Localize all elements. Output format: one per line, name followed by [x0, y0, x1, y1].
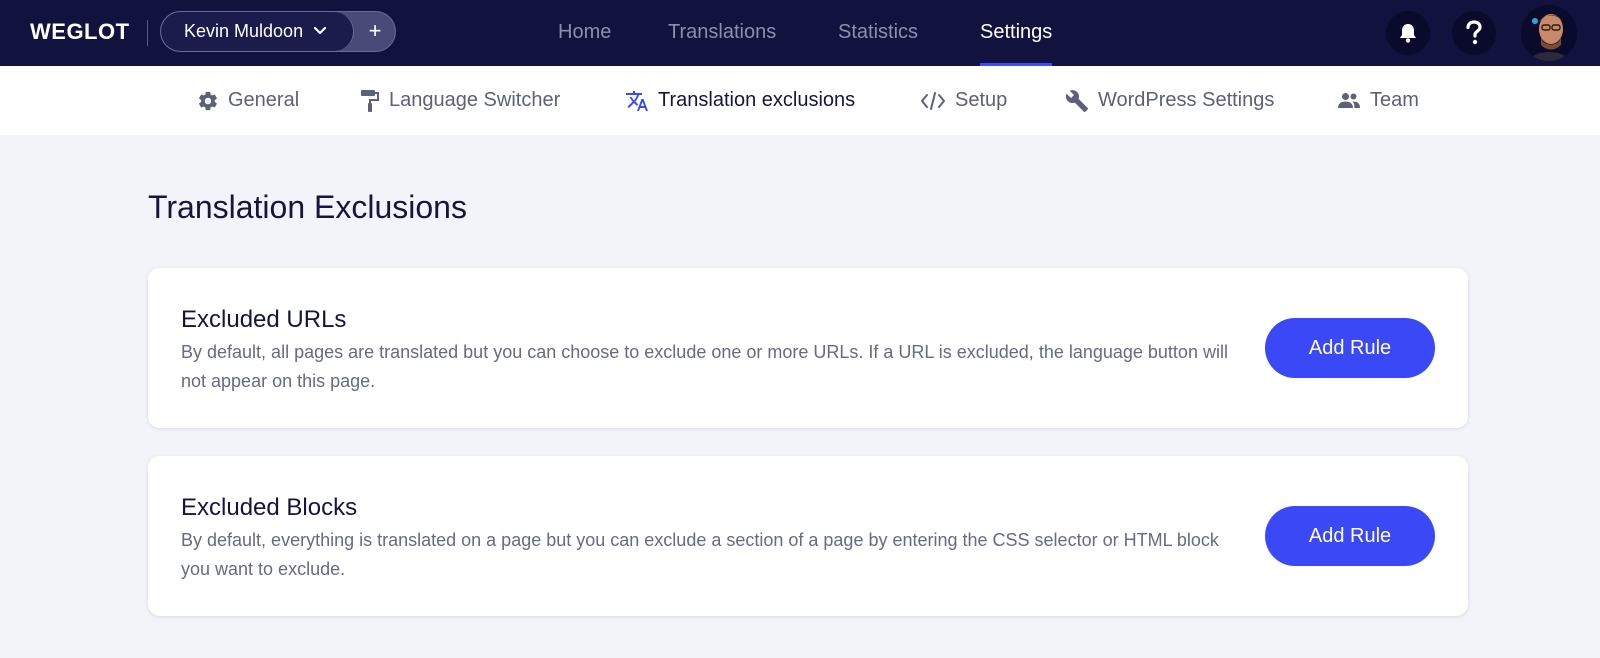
bell-icon — [1400, 24, 1416, 43]
help-icon — [1466, 20, 1482, 45]
nav-settings[interactable]: Settings — [980, 0, 1053, 66]
project-switcher: Kevin Muldoon + — [160, 11, 396, 52]
nav-translations[interactable]: Translations — [668, 0, 776, 66]
subnav-general[interactable]: General — [197, 66, 299, 135]
subnav-label: WordPress Settings — [1098, 89, 1275, 111]
excluded-blocks-card: Excluded Blocks By default, everything i… — [148, 456, 1468, 616]
help-button[interactable] — [1452, 11, 1496, 55]
page-title: Translation Exclusions — [148, 189, 467, 225]
subnav-translation-exclusions[interactable]: Translation exclusions — [625, 66, 855, 135]
paint-roller-icon — [361, 89, 379, 112]
nav-statistics[interactable]: Statistics — [838, 0, 918, 66]
code-icon — [921, 91, 945, 110]
subnav-label: Setup — [955, 89, 1008, 111]
translate-icon — [626, 90, 648, 111]
card-description: By default, all pages are translated but… — [181, 342, 1228, 391]
avatar-photo — [1521, 5, 1577, 61]
project-select-button[interactable]: Kevin Muldoon — [161, 12, 354, 51]
weglot-logo[interactable]: WEGLOT — [30, 19, 130, 45]
wrench-icon — [1065, 89, 1088, 112]
subnav-setup[interactable]: Setup — [920, 66, 1007, 135]
subnav-language-switcher[interactable]: Language Switcher — [360, 66, 560, 135]
subnav-label: General — [228, 89, 300, 111]
excluded-urls-card: Excluded URLs By default, all pages are … — [148, 268, 1468, 428]
notifications-button[interactable] — [1386, 11, 1430, 55]
settings-subnav: General Language Switcher Translation ex… — [0, 66, 1600, 135]
logo-divider — [147, 20, 148, 46]
gear-icon — [199, 91, 217, 110]
subnav-wordpress-settings[interactable]: WordPress Settings — [1065, 66, 1274, 135]
user-avatar[interactable] — [1521, 5, 1577, 61]
subnav-label: Language Switcher — [389, 89, 561, 111]
card-title: Excluded Blocks — [181, 494, 358, 521]
subnav-team[interactable]: Team — [1337, 66, 1419, 135]
chevron-down-icon — [313, 26, 327, 35]
add-rule-button[interactable]: Add Rule — [1265, 506, 1435, 566]
card-description: By default, everything is translated on … — [181, 530, 1219, 579]
add-project-button[interactable]: + — [354, 12, 395, 51]
card-title: Excluded URLs — [181, 306, 347, 333]
subnav-label: Team — [1370, 89, 1419, 111]
nav-home[interactable]: Home — [558, 0, 611, 66]
add-rule-button[interactable]: Add Rule — [1265, 318, 1435, 378]
project-name: Kevin Muldoon — [184, 21, 304, 41]
subnav-label: Translation exclusions — [658, 89, 856, 111]
people-icon — [1338, 92, 1360, 108]
top-bar: WEGLOT Kevin Muldoon + Home Translations… — [0, 0, 1600, 66]
